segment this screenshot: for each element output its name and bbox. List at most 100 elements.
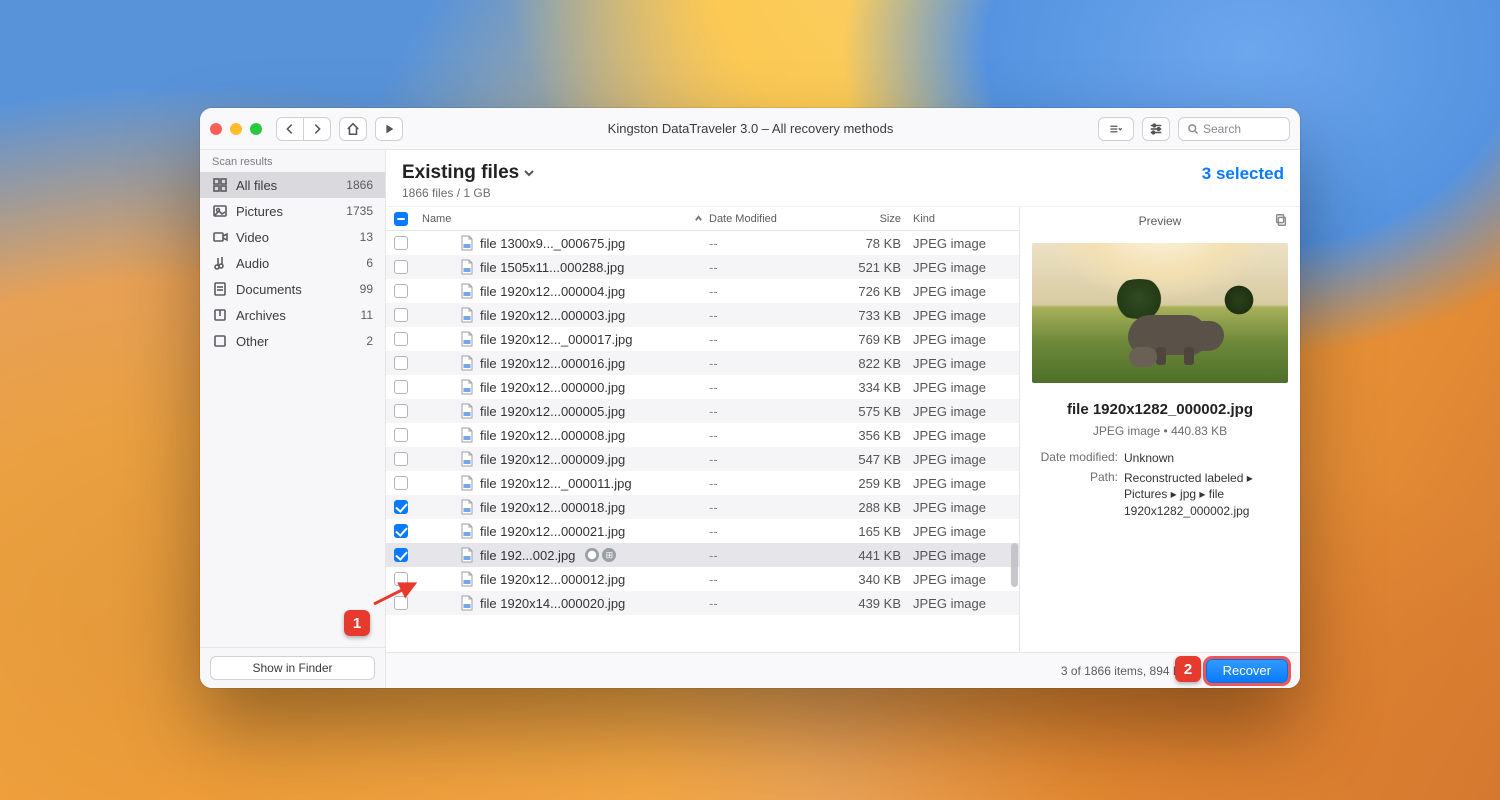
- main-subtitle: 1866 files / 1 GB: [402, 186, 535, 200]
- copy-path-button[interactable]: [1274, 213, 1288, 230]
- sidebar-item-video[interactable]: Video13: [200, 224, 385, 250]
- table-row[interactable]: file 192...002.jpg⊞--441 KBJPEG image: [386, 543, 1019, 567]
- column-date[interactable]: Date Modified: [709, 213, 819, 225]
- main-pane: Existing files 1866 files / 1 GB 3 selec…: [386, 150, 1300, 688]
- sidebar-item-all-files[interactable]: All files1866: [200, 172, 385, 198]
- table-row[interactable]: file 1920x12...000004.jpg--726 KBJPEG im…: [386, 279, 1019, 303]
- sidebar-item-documents[interactable]: Documents99: [200, 276, 385, 302]
- sidebar-item-other[interactable]: Other2: [200, 328, 385, 354]
- sidebar-item-count: 11: [361, 308, 373, 322]
- file-jpeg-icon: [460, 331, 474, 347]
- table-row[interactable]: file 1920x14...000020.jpg--439 KBJPEG im…: [386, 591, 1019, 615]
- row-filename: file 1920x12...000005.jpg: [480, 404, 625, 419]
- table-row[interactable]: file 1920x12...000021.jpg--165 KBJPEG im…: [386, 519, 1019, 543]
- preview-date-label: Date modified:: [1032, 450, 1118, 466]
- filter-button[interactable]: [1142, 117, 1170, 141]
- row-date: --: [709, 500, 819, 515]
- table-row[interactable]: file 1920x12...000000.jpg--334 KBJPEG im…: [386, 375, 1019, 399]
- sidebar-item-archives[interactable]: Archives11: [200, 302, 385, 328]
- column-kind[interactable]: Kind: [909, 213, 1019, 225]
- table-row[interactable]: file 1920x12...000005.jpg--575 KBJPEG im…: [386, 399, 1019, 423]
- select-all-checkbox[interactable]: [394, 212, 408, 226]
- table-row[interactable]: file 1920x12...000003.jpg--733 KBJPEG im…: [386, 303, 1019, 327]
- row-kind: JPEG image: [909, 476, 1019, 491]
- chevron-down-icon: [523, 167, 535, 179]
- play-button[interactable]: [375, 117, 403, 141]
- other-icon: [212, 333, 228, 349]
- table-row[interactable]: file 1920x12...000008.jpg--356 KBJPEG im…: [386, 423, 1019, 447]
- callout-2: 2: [1175, 656, 1201, 682]
- row-checkbox[interactable]: [394, 284, 408, 298]
- row-size: 726 KB: [819, 284, 909, 299]
- sidebar-item-audio[interactable]: Audio6: [200, 250, 385, 276]
- row-size: 521 KB: [819, 260, 909, 275]
- window-title: Kingston DataTraveler 3.0 – All recovery…: [411, 121, 1090, 136]
- file-jpeg-icon: [460, 595, 474, 611]
- sidebar-item-label: Other: [236, 334, 269, 349]
- preview-path-label: Path:: [1032, 470, 1118, 519]
- table-row[interactable]: file 1920x12..._000017.jpg--769 KBJPEG i…: [386, 327, 1019, 351]
- list-icon: [1109, 122, 1123, 136]
- recover-button[interactable]: Recover: [1206, 659, 1288, 683]
- preview-filename: file 1920x1282_000002.jpg: [1032, 401, 1288, 418]
- row-size: 78 KB: [819, 236, 909, 251]
- column-name[interactable]: Name: [416, 213, 709, 225]
- row-checkbox[interactable]: [394, 404, 408, 418]
- table-row[interactable]: file 1920x12...000012.jpg--340 KBJPEG im…: [386, 567, 1019, 591]
- row-checkbox[interactable]: [394, 524, 408, 538]
- list-view-button[interactable]: [1098, 117, 1134, 141]
- table-row[interactable]: file 1300x9..._000675.jpg--78 KBJPEG ima…: [386, 231, 1019, 255]
- sort-asc-icon: [694, 214, 703, 223]
- sidebar-item-count: 6: [366, 256, 373, 270]
- row-checkbox[interactable]: [394, 452, 408, 466]
- row-size: 822 KB: [819, 356, 909, 371]
- file-list[interactable]: file 1300x9..._000675.jpg--78 KBJPEG ima…: [386, 231, 1019, 652]
- file-jpeg-icon: [460, 451, 474, 467]
- row-checkbox[interactable]: [394, 500, 408, 514]
- row-date: --: [709, 236, 819, 251]
- sidebar-item-pictures[interactable]: Pictures1735: [200, 198, 385, 224]
- table-row[interactable]: file 1920x12...000018.jpg--288 KBJPEG im…: [386, 495, 1019, 519]
- show-in-finder-button[interactable]: Show in Finder: [210, 656, 375, 680]
- back-button[interactable]: [276, 117, 304, 141]
- app-window: Kingston DataTraveler 3.0 – All recovery…: [200, 108, 1300, 688]
- row-date: --: [709, 356, 819, 371]
- footer: 3 of 1866 items, 894 KB t Recover: [386, 652, 1300, 688]
- column-size[interactable]: Size: [819, 213, 909, 225]
- search-placeholder: Search: [1203, 122, 1241, 136]
- row-checkbox[interactable]: [394, 380, 408, 394]
- search-input[interactable]: Search: [1178, 117, 1290, 141]
- row-kind: JPEG image: [909, 596, 1019, 611]
- forward-button[interactable]: [303, 117, 331, 141]
- row-checkbox[interactable]: [394, 548, 408, 562]
- file-jpeg-icon: [460, 379, 474, 395]
- row-checkbox[interactable]: [394, 332, 408, 346]
- file-jpeg-icon: [460, 571, 474, 587]
- scrollbar-thumb[interactable]: [1011, 543, 1018, 587]
- row-checkbox[interactable]: [394, 476, 408, 490]
- minimize-window-icon[interactable]: [230, 123, 242, 135]
- table-row[interactable]: file 1920x12...000009.jpg--547 KBJPEG im…: [386, 447, 1019, 471]
- preview-meta: JPEG image • 440.83 KB: [1032, 424, 1288, 438]
- zoom-window-icon[interactable]: [250, 123, 262, 135]
- main-title-dropdown[interactable]: Existing files: [402, 162, 535, 184]
- row-filename: file 1920x12...000021.jpg: [480, 524, 625, 539]
- sidebar-item-label: Video: [236, 230, 269, 245]
- row-kind: JPEG image: [909, 500, 1019, 515]
- row-checkbox[interactable]: [394, 428, 408, 442]
- row-checkbox[interactable]: [394, 236, 408, 250]
- home-button[interactable]: [339, 117, 367, 141]
- row-kind: JPEG image: [909, 284, 1019, 299]
- row-checkbox[interactable]: [394, 308, 408, 322]
- table-row[interactable]: file 1920x12..._000011.jpg--259 KBJPEG i…: [386, 471, 1019, 495]
- table-row[interactable]: file 1920x12...000016.jpg--822 KBJPEG im…: [386, 351, 1019, 375]
- sidebar-item-count: 99: [360, 282, 373, 296]
- row-kind: JPEG image: [909, 332, 1019, 347]
- row-filename: file 1920x12...000012.jpg: [480, 572, 625, 587]
- row-checkbox[interactable]: [394, 356, 408, 370]
- row-kind: JPEG image: [909, 260, 1019, 275]
- row-checkbox[interactable]: [394, 260, 408, 274]
- close-window-icon[interactable]: [210, 123, 222, 135]
- table-row[interactable]: file 1505x11...000288.jpg--521 KBJPEG im…: [386, 255, 1019, 279]
- column-headers: Name Date Modified Size Kind: [386, 207, 1019, 231]
